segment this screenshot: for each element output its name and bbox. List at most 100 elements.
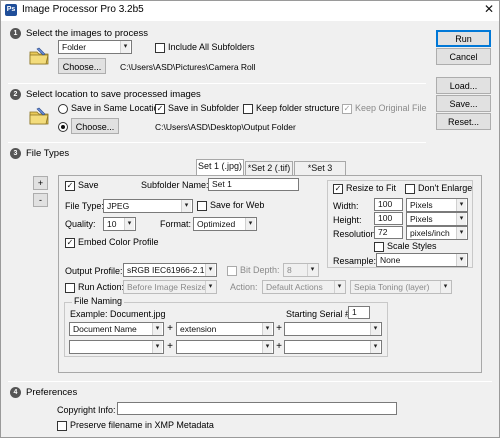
section-3-number: 3 — [10, 148, 21, 159]
chevron-down-icon: ▾ — [456, 199, 466, 211]
reset-button[interactable]: Reset... — [436, 113, 491, 130]
resolution-label: Resolution: — [333, 229, 379, 239]
run-action-when-select[interactable]: Before Image Resize ▾ — [123, 280, 217, 294]
copyright-label: Copyright Info: — [57, 405, 116, 415]
chevron-down-icon: ▾ — [456, 254, 466, 266]
embed-profile-checkbox[interactable]: ✓ — [65, 238, 75, 248]
chevron-down-icon: ▾ — [205, 281, 215, 293]
section-divider — [8, 142, 426, 143]
chevron-down-icon: ▾ — [245, 218, 255, 230]
action-set-select[interactable]: Default Actions ▾ — [262, 280, 346, 294]
file-type-label: File Type: — [65, 201, 104, 211]
close-icon[interactable]: ✕ — [482, 2, 496, 16]
example-value: Document.jpg — [110, 309, 166, 319]
resize-to-fit-label: Resize to Fit — [346, 183, 397, 193]
file-type-select[interactable]: JPEG ▾ — [103, 199, 193, 213]
copyright-input[interactable] — [117, 402, 397, 415]
destination-choose-button[interactable]: Choose... — [71, 118, 119, 134]
chevron-down-icon: ▾ — [440, 281, 450, 293]
bit-depth-checkbox[interactable] — [227, 266, 237, 276]
source-path: C:\Users\ASD\Pictures\Camera Roll — [120, 62, 256, 72]
subfolder-name-input[interactable]: Set 1 — [208, 178, 299, 191]
resolution-unit-select[interactable]: pixels/inch ▾ — [406, 226, 468, 240]
chevron-down-icon: ▾ — [262, 341, 272, 353]
keep-folder-structure-label: Keep folder structure — [256, 103, 340, 113]
keep-original-file-label: Keep Original File — [355, 103, 427, 113]
keep-original-file-checkbox[interactable]: ✓ — [342, 104, 352, 114]
quality-select[interactable]: 10 ▾ — [103, 217, 136, 231]
chevron-down-icon: ▾ — [456, 213, 466, 225]
save-for-web-checkbox[interactable] — [197, 201, 207, 211]
save-settings-button[interactable]: Save... — [436, 95, 491, 112]
folder-icon — [29, 47, 49, 65]
section-3-title: File Types — [26, 148, 70, 159]
dont-enlarge-label: Don't Enlarge — [418, 183, 473, 193]
section-divider — [8, 83, 426, 84]
naming-field-2-2[interactable]: ▾ — [176, 340, 274, 354]
format-select[interactable]: Optimized ▾ — [193, 217, 257, 231]
load-button[interactable]: Load... — [436, 77, 491, 94]
run-action-checkbox[interactable] — [65, 283, 75, 293]
remove-set-button[interactable]: - — [33, 193, 48, 207]
source-choose-button[interactable]: Choose... — [58, 58, 106, 74]
naming-field-2-1[interactable]: ▾ — [69, 340, 164, 354]
plus-separator: + — [167, 341, 173, 352]
bit-depth-label: Bit Depth: — [240, 265, 280, 275]
naming-field-2-3[interactable]: ▾ — [284, 340, 382, 354]
save-set-checkbox[interactable]: ✓ — [65, 181, 75, 191]
naming-field-1-3[interactable]: ▾ — [284, 322, 382, 336]
width-input[interactable]: 100 — [374, 198, 403, 211]
scale-styles-checkbox[interactable] — [374, 242, 384, 252]
section-4-title: Preferences — [26, 387, 78, 398]
destination-path: C:\Users\ASD\Desktop\Output Folder — [155, 122, 296, 132]
cancel-button[interactable]: Cancel — [436, 48, 491, 65]
chevron-down-icon: ▾ — [181, 200, 191, 212]
save-for-web-label: Save for Web — [210, 200, 265, 210]
save-same-location-label: Save in Same Location — [71, 103, 164, 113]
width-unit-select[interactable]: Pixels ▾ — [406, 198, 468, 212]
chevron-down-icon: ▾ — [152, 341, 162, 353]
naming-field-1-1[interactable]: Document Name ▾ — [69, 322, 164, 336]
window-title: Image Processor Pro 3.2b5 — [22, 4, 144, 15]
naming-field-1-2[interactable]: extension ▾ — [176, 322, 274, 336]
chevron-down-icon: ▾ — [370, 341, 380, 353]
photoshop-app-icon: Ps — [5, 4, 17, 16]
height-input[interactable]: 100 — [374, 212, 403, 225]
keep-folder-structure-checkbox[interactable] — [243, 104, 253, 114]
chevron-down-icon: ▾ — [307, 264, 317, 276]
include-subfolders-checkbox[interactable] — [155, 43, 165, 53]
tab-set-3[interactable]: *Set 3 (.psd) — [294, 161, 346, 186]
run-button[interactable]: Run — [436, 30, 491, 47]
resample-select[interactable]: None ▾ — [376, 253, 468, 267]
add-set-button[interactable]: + — [33, 176, 48, 190]
folder-icon — [29, 107, 49, 125]
quality-label: Quality: — [65, 219, 96, 229]
tab-set-2[interactable]: *Set 2 (.tif) — [245, 161, 293, 176]
resolution-input[interactable]: 72 — [374, 226, 403, 239]
bit-depth-select[interactable]: 8 ▾ — [283, 263, 319, 277]
save-in-subfolder-checkbox[interactable]: ✓ — [155, 104, 165, 114]
save-to-folder-radio[interactable] — [58, 122, 68, 132]
source-type-select[interactable]: Folder ▾ — [58, 40, 132, 54]
chevron-down-icon: ▾ — [262, 323, 272, 335]
run-action-label: Run Action: — [78, 282, 125, 292]
save-set-label: Save — [78, 180, 99, 190]
example-label: Example: — [70, 309, 108, 319]
action-name-select[interactable]: Sepia Toning (layer) ▾ — [350, 280, 452, 294]
save-same-location-radio[interactable] — [58, 104, 68, 114]
starting-serial-input[interactable]: 1 — [348, 306, 370, 319]
section-1-number: 1 — [10, 28, 21, 39]
tab-set-1[interactable]: Set 1 (.jpg) — [196, 159, 244, 176]
dont-enlarge-checkbox[interactable] — [405, 184, 415, 194]
height-unit-select[interactable]: Pixels ▾ — [406, 212, 468, 226]
resize-to-fit-checkbox[interactable]: ✓ — [333, 184, 343, 194]
preserve-filename-checkbox[interactable] — [57, 421, 67, 431]
scale-styles-label: Scale Styles — [387, 241, 437, 251]
height-label: Height: — [333, 215, 362, 225]
section-4-number: 4 — [10, 387, 21, 398]
include-subfolders-label: Include All Subfolders — [168, 42, 255, 52]
chevron-down-icon: ▾ — [370, 323, 380, 335]
output-profile-select[interactable]: sRGB IEC61966-2.1 ▾ — [123, 263, 217, 277]
format-label: Format: — [160, 219, 192, 229]
section-2-title: Select location to save processed images — [26, 89, 201, 100]
